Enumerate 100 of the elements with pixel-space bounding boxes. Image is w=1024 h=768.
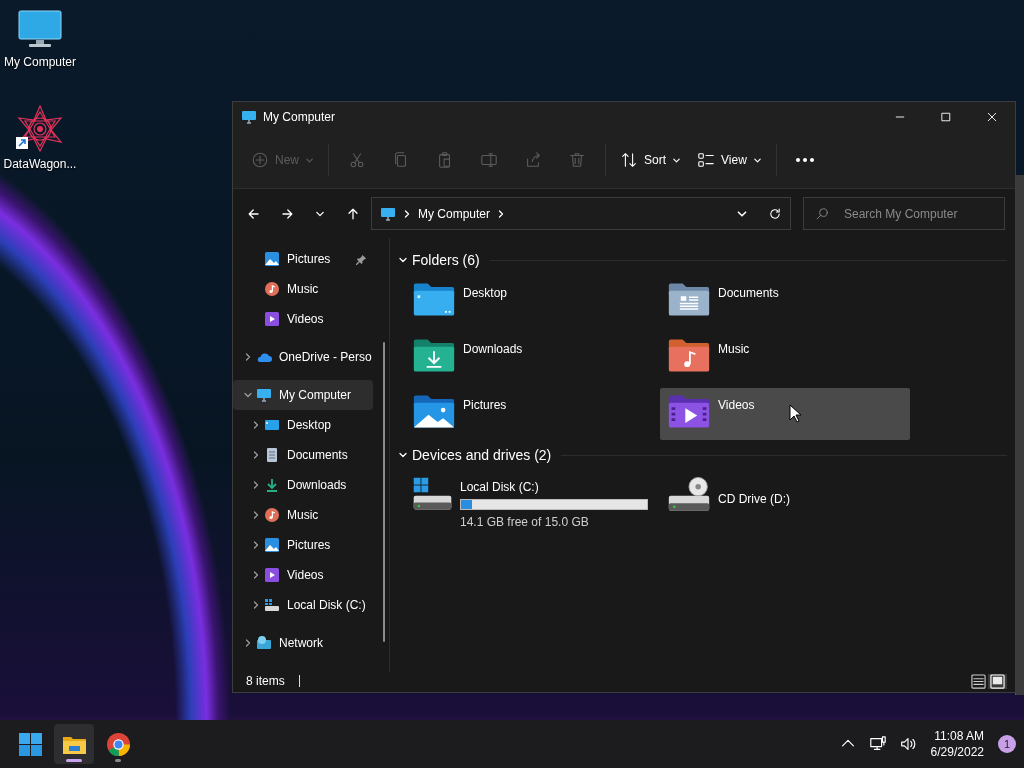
share-icon (524, 151, 542, 169)
clock-button[interactable]: 11:08 AM 6/29/2022 (924, 728, 990, 760)
nav-item[interactable]: Videos (233, 560, 373, 590)
drive-label: Local Disk (C:) (460, 479, 540, 496)
chevron-icon (251, 540, 261, 550)
speaker-icon (898, 735, 917, 753)
nav-item[interactable]: My Computer (233, 380, 373, 410)
folder-label: Documents (718, 285, 779, 302)
picture-icon (264, 537, 280, 553)
folder-label: Videos (718, 397, 755, 414)
drive-tile[interactable]: Local Disk (C:) 14.1 GB free of 15.0 GB (405, 471, 655, 535)
window-title: My Computer (263, 109, 336, 126)
video-icon (264, 567, 280, 583)
nav-item[interactable]: Music (233, 500, 373, 530)
large-icons-view-icon (990, 673, 1005, 689)
browser-icon (105, 731, 131, 757)
nav-item[interactable]: Local Disk (C:) (233, 590, 373, 620)
network-icon (868, 735, 887, 753)
video-icon (264, 311, 280, 327)
taskbar-app[interactable] (54, 724, 94, 764)
chevron-icon (251, 570, 261, 580)
chevron-icon (243, 638, 253, 648)
section-title[interactable]: Folders (6) (412, 249, 480, 271)
view-icon (697, 151, 716, 169)
folder-tile[interactable]: Pictures (405, 388, 655, 440)
folder-tile[interactable]: Downloads (405, 332, 655, 384)
desktop-icon (264, 417, 280, 433)
nav-item[interactable]: Desktop (233, 410, 373, 440)
icon-label[interactable]: DataWagon... (3, 155, 77, 173)
chevron-icon (251, 510, 261, 520)
view-button[interactable]: View (689, 142, 770, 178)
star-logo-icon[interactable] (15, 104, 65, 152)
computer-icon (380, 205, 396, 222)
maximize-icon (940, 111, 952, 123)
drive-tile[interactable]: CD Drive (D:) (660, 471, 910, 535)
icon-label[interactable]: My Computer (4, 53, 76, 71)
breadcrumb[interactable]: My Computer (418, 204, 491, 223)
document-folder-icon (667, 280, 711, 318)
folder-tile[interactable]: Music (660, 332, 910, 384)
notification-badge[interactable]: 1 (998, 735, 1016, 753)
network-icon (256, 635, 272, 651)
cd-drive-icon (667, 475, 711, 513)
nav-item[interactable]: Pictures (233, 530, 373, 560)
sort-icon (620, 151, 638, 169)
computer-icon (256, 387, 272, 403)
pin-icon[interactable] (356, 253, 367, 265)
sort-button[interactable]: Sort (612, 142, 690, 178)
search-field[interactable]: Search My Computer (803, 197, 1005, 230)
plus-icon (251, 151, 269, 169)
refresh-icon (768, 206, 782, 221)
view-toggle-button[interactable] (969, 673, 988, 689)
document-icon (264, 447, 280, 463)
section-title[interactable]: Devices and drives (2) (412, 444, 552, 466)
folder-label: Downloads (463, 341, 523, 358)
download-icon (264, 477, 280, 493)
scrollbar-thumb[interactable] (383, 342, 385, 642)
chevron-icon (251, 450, 261, 460)
folder-label: Pictures (463, 397, 507, 414)
nav-item[interactable]: Pictures (233, 244, 373, 274)
folder-tile[interactable]: Documents (660, 276, 910, 328)
scissors-icon (348, 151, 366, 169)
music-folder-icon (667, 336, 711, 374)
chevron-icon (251, 600, 261, 610)
download-folder-icon (412, 336, 456, 374)
windows-logo-icon (17, 731, 43, 757)
picture-folder-icon (412, 392, 456, 430)
address-bar[interactable]: My Computer (371, 197, 791, 230)
picture-icon (264, 251, 280, 267)
view-toggle-button[interactable] (988, 673, 1007, 689)
trash-icon (568, 151, 586, 169)
item-count: 8 items (246, 673, 285, 690)
nav-item[interactable]: Network (233, 628, 373, 658)
folder-label: Desktop (463, 285, 508, 302)
folder-label: Music (718, 341, 750, 358)
chevron-icon (243, 352, 253, 362)
drive-label: CD Drive (D:) (718, 491, 790, 508)
details-view-icon (971, 673, 986, 689)
chevron-icon (251, 480, 261, 490)
monitor-icon[interactable] (18, 10, 62, 50)
folder-tile[interactable]: Desktop (405, 276, 655, 328)
nav-item[interactable]: Documents (233, 440, 373, 470)
collapse-icon[interactable] (398, 255, 408, 265)
computer-icon (241, 109, 257, 125)
music-icon (264, 507, 280, 523)
drive-icon (264, 597, 280, 613)
search-icon (815, 207, 829, 221)
collapse-icon[interactable] (398, 450, 408, 460)
nav-item[interactable]: Downloads (233, 470, 373, 500)
more-icon (794, 157, 815, 163)
nav-item[interactable]: OneDrive - Perso (233, 342, 373, 372)
drive-free-space: 14.1 GB free of 15.0 GB (460, 514, 590, 531)
video-folder-icon (667, 392, 711, 430)
music-icon (264, 281, 280, 297)
nav-item[interactable]: Music (233, 274, 373, 304)
desktop-folder-icon (412, 280, 456, 318)
chevron-icon (243, 390, 253, 400)
rename-icon (480, 151, 498, 169)
nav-item[interactable]: Videos (233, 304, 373, 334)
chevron-icon (402, 208, 412, 219)
folder-tile[interactable]: Videos (660, 388, 910, 440)
